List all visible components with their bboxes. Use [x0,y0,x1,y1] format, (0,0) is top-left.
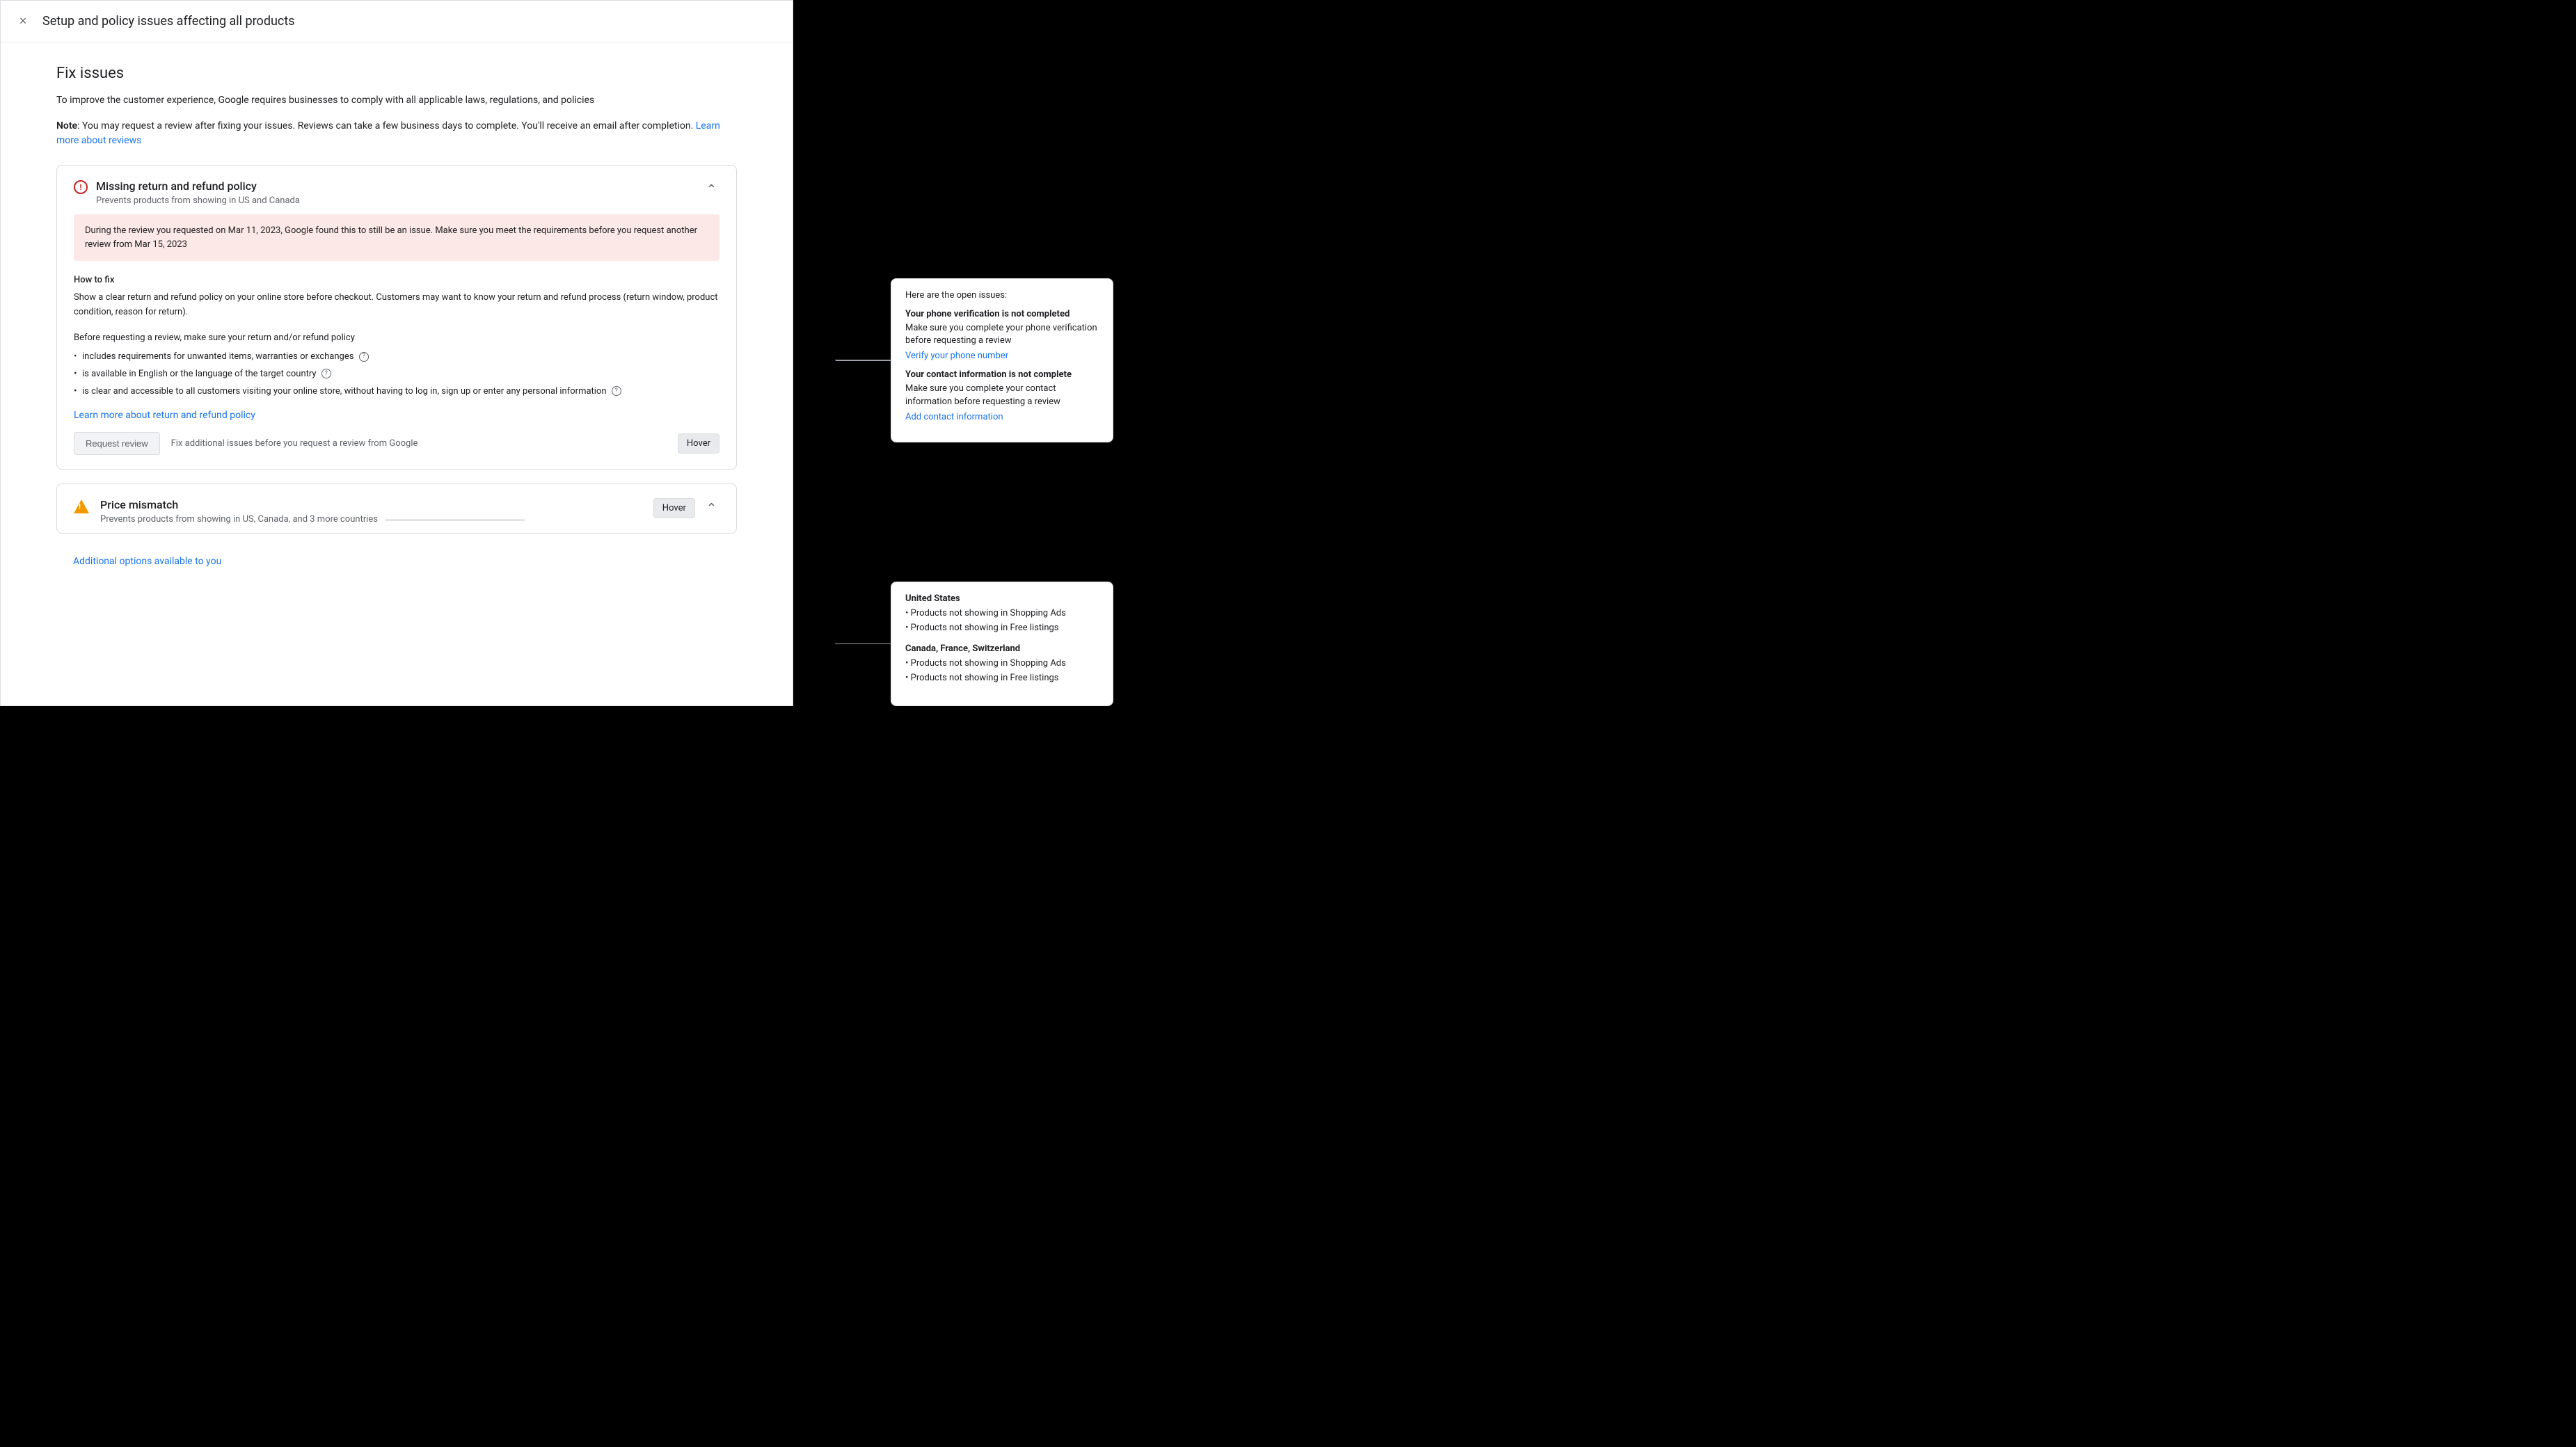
fix-issues-title: Fix issues [56,65,737,82]
help-icon-2[interactable]: ? [321,369,331,378]
issue-card-2-header-left: Price mismatch Prevents products from sh… [74,498,525,525]
tooltip-1: Here are the open issues: Your phone ver… [891,278,1113,442]
how-to-fix-label: How to fix [74,275,719,285]
tooltip-2-country-2-bullet-1: Products not showing in Shopping Ads [905,657,1099,671]
checklist-item-3: is clear and accessible to all customers… [74,385,719,399]
tooltip-1-issue-2-desc: Make sure you complete your contact info… [905,383,1099,408]
issue-card-1-body: During the review you requested on Mar 1… [57,214,736,469]
tooltip-2-country-1-bullet-2: Products not showing in Free listings [905,621,1099,636]
note-label: Note [56,120,77,131]
help-icon-1[interactable]: ? [359,352,369,362]
error-icon [74,180,88,194]
issue-1-title-area: Missing return and refund policy Prevent… [96,179,300,206]
fix-message: Fix additional issues before you request… [171,438,418,449]
tooltip-2: United States Products not showing in Sh… [891,582,1113,706]
content-area: Fix issues To improve the customer exper… [1,42,793,705]
note-text: : You may request a review after fixing … [77,120,693,131]
tooltip-1-issue-2-title: Your contact information is not complete [905,369,1099,380]
checklist-intro: Before requesting a review, make sure yo… [74,331,719,345]
checklist-item-2-text: is available in English or the language … [82,369,317,379]
tooltip2-row: United States Products not showing in Sh… [835,582,1113,706]
tooltip-1-section-2: Your contact information is not complete… [905,369,1099,422]
checklist: includes requirements for unwanted items… [74,350,719,399]
chevron-up-icon-1[interactable]: ⌃ [703,179,719,200]
header: × Setup and policy issues affecting all … [1,1,793,42]
issue-card-1-header-left: Missing return and refund policy Prevent… [74,179,300,206]
full-layout: × Setup and policy issues affecting all … [0,0,1113,706]
hover-label-1[interactable]: Hover [678,433,719,454]
tooltip-2-country-2-bullet-2: Products not showing in Free listings [905,671,1099,686]
fix-issues-description: To improve the customer experience, Goog… [56,93,737,108]
fix-issues-note: Note: You may request a review after fix… [56,119,737,148]
issue-2-subtitle-text: Prevents products from showing in US, Ca… [100,514,378,525]
additional-options-link[interactable]: Additional options available to you [56,547,238,575]
tooltip-1-issue-1-title: Your phone verification is not completed [905,309,1099,319]
issue-card-1: Missing return and refund policy Prevent… [56,165,737,470]
review-warning-box: During the review you requested on Mar 1… [74,214,719,261]
warning-icon [74,499,89,513]
tooltip-2-country-2-title: Canada, France, Switzerland [905,643,1099,654]
checklist-item-3-text: is clear and accessible to all customers… [82,386,607,397]
tooltip-1-section-1: Your phone verification is not completed… [905,309,1099,361]
checklist-item-1: includes requirements for unwanted items… [74,350,719,365]
add-contact-link[interactable]: Add contact information [905,412,1003,422]
help-icon-3[interactable]: ? [612,386,621,396]
issue-2-subtitle: Prevents products from showing in US, Ca… [100,514,525,525]
issue-1-subtitle: Prevents products from showing in US and… [96,195,300,206]
issue-card-2-header: Price mismatch Prevents products from sh… [57,484,736,533]
tooltip-1-header: Here are the open issues: [905,290,1099,301]
checklist-item-2: is available in English or the language … [74,367,719,382]
issue-2-title: Price mismatch [100,498,525,511]
checklist-item-1-text: includes requirements for unwanted items… [82,351,353,362]
verify-phone-link[interactable]: Verify your phone number [905,351,1008,361]
close-button[interactable]: × [15,13,31,30]
main-panel: × Setup and policy issues affecting all … [0,0,793,706]
card-actions-1: Request review Fix additional issues bef… [74,432,719,455]
learn-more-return-policy-link[interactable]: Learn more about return and refund polic… [74,410,255,421]
tooltip-2-section-2: Canada, France, Switzerland Products not… [905,643,1099,686]
issue-1-title: Missing return and refund policy [96,179,300,193]
right-tooltips-area: Here are the open issues: Your phone ver… [835,0,1113,706]
issue-card-2: Price mismatch Prevents products from sh… [56,483,737,534]
page-title: Setup and policy issues affecting all pr… [42,14,295,29]
hover-label-2[interactable]: Hover [653,498,695,518]
tooltip-2-country-1-bullet-1: Products not showing in Shopping Ads [905,607,1099,621]
chevron-up-icon-2[interactable]: ⌃ [703,498,719,518]
issue-2-title-area: Price mismatch Prevents products from sh… [100,498,525,525]
how-to-fix-text: Show a clear return and refund policy on… [74,291,719,320]
issue-card-1-header: Missing return and refund policy Prevent… [57,166,736,214]
tooltip1-row: Here are the open issues: Your phone ver… [835,278,1113,442]
tooltip-1-issue-1-desc: Make sure you complete your phone verifi… [905,322,1099,347]
tooltip-2-section-1: United States Products not showing in Sh… [905,593,1099,636]
request-review-button[interactable]: Request review [74,432,160,455]
tooltip-2-country-1-title: United States [905,593,1099,604]
